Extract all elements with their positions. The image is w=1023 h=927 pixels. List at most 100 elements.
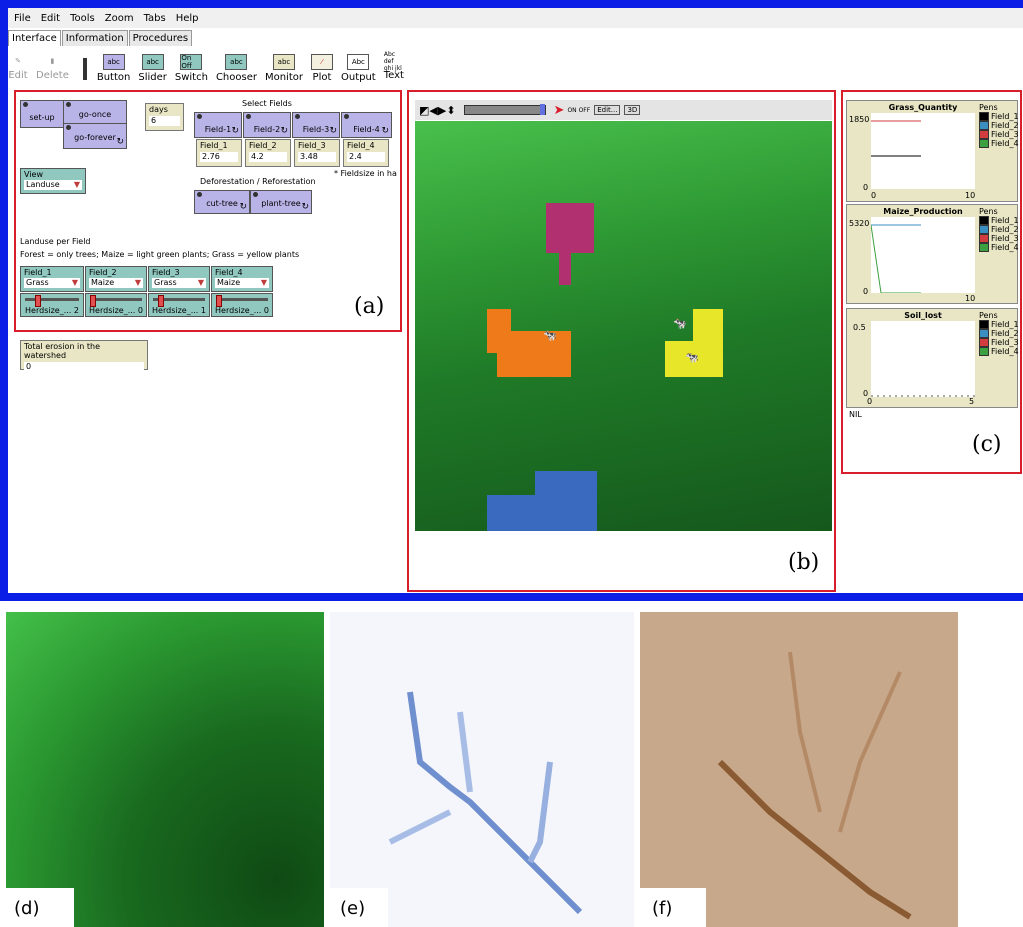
tool-chooser[interactable]: abc Chooser xyxy=(216,48,257,83)
total-erosion-monitor: Total erosion in the watershed 0 xyxy=(20,340,148,372)
tab-interface[interactable]: Interface xyxy=(8,30,61,46)
menu-zoom[interactable]: Zoom xyxy=(105,13,134,24)
herdsize-1-slider[interactable]: Herdsize_... 2 xyxy=(20,293,84,317)
view-chooser[interactable]: View Landuse ▼ xyxy=(20,168,86,194)
tool-output[interactable]: Abc Output xyxy=(341,48,376,83)
3d-button[interactable]: 3D xyxy=(624,105,641,115)
tab-information[interactable]: Information xyxy=(61,30,128,46)
field-3-landuse-chooser[interactable]: Field_3 Grass ▼ xyxy=(148,266,210,292)
switch-icon: On Off xyxy=(180,54,203,70)
repeat-icon: ↻ xyxy=(239,202,247,212)
field-3-grass-patch xyxy=(535,471,597,531)
field-2-monitor: Field_2 4.2 xyxy=(245,139,291,167)
dropdown-arrow-icon: ▼ xyxy=(134,278,141,287)
field-4-maize-patch xyxy=(559,253,571,285)
landuse-title: Landuse per Field xyxy=(20,237,91,246)
elevation-map-image xyxy=(6,612,324,927)
menu-file[interactable]: File xyxy=(14,13,31,24)
field-3-grass-patch xyxy=(487,495,537,531)
water-flow-map-image xyxy=(330,612,634,927)
field-4-landuse-chooser[interactable]: Field_4 Maize ▼ xyxy=(211,266,273,292)
pens-legend: Pens Field_1 Field_2 Field_3 Field_4 xyxy=(979,103,1019,148)
soil-lost-plot: Soil_lost 0.5 0 0 5 Pens Field_1 Field_2… xyxy=(846,308,1019,408)
panel-f-label: (f) xyxy=(652,898,673,919)
cut-tree-button[interactable]: cut-tree ↻ xyxy=(194,190,250,214)
repeat-icon: ↻ xyxy=(301,202,309,212)
field-1-monitor: Field_1 2.76 xyxy=(196,139,242,167)
go-once-button[interactable]: go-once xyxy=(63,100,127,124)
panel-a-marker: (a) xyxy=(354,294,385,319)
field-4-monitor: Field_4 2.4 xyxy=(343,139,389,167)
panel-d-label: (d) xyxy=(14,898,40,919)
field-2-button[interactable]: Field-2 ↻ xyxy=(243,112,291,138)
herdsize-3-slider[interactable]: Herdsize_... 1 xyxy=(148,293,210,317)
menu-edit[interactable]: Edit xyxy=(41,13,60,24)
view-updates-switch[interactable]: ON OFF xyxy=(567,107,590,114)
dropdown-arrow-icon: ▼ xyxy=(197,278,204,287)
tool-plot[interactable]: ⁄ Plot xyxy=(310,48,333,83)
text-icon: Abc def ghi jkl xyxy=(383,50,402,72)
tool-text[interactable]: Abc def ghi jkl Text xyxy=(383,48,404,82)
menu-tools[interactable]: Tools xyxy=(70,13,95,24)
plot-icon: ⁄ xyxy=(310,54,333,70)
herdsize-4-slider[interactable]: Herdsize_... 0 xyxy=(211,293,273,317)
toolbar: ✎ Edit ▮ Delete abc Button abc Slider On Off… xyxy=(8,48,1023,92)
erosion-channel xyxy=(838,671,902,833)
chooser-icon: abc xyxy=(225,54,248,70)
plot-line-field-4 xyxy=(871,224,921,293)
menu-help[interactable]: Help xyxy=(176,13,199,24)
setup-button[interactable]: set-up xyxy=(20,100,64,128)
soil-lost-canvas xyxy=(871,395,975,397)
tool-slider[interactable]: abc Slider xyxy=(138,48,167,83)
menu-bar: File Edit Tools Zoom Tabs Help xyxy=(8,8,1023,28)
field-2-maize-patch xyxy=(497,331,571,377)
speed-slider[interactable] xyxy=(463,104,546,115)
tab-procedures[interactable]: Procedures xyxy=(128,30,193,46)
toolbar-divider xyxy=(82,58,87,80)
flow-channel xyxy=(407,691,583,915)
edit-view-button[interactable]: Edit... xyxy=(594,105,621,115)
repeat-icon: ↻ xyxy=(381,126,389,136)
cow-icon: 🐄 xyxy=(685,351,699,364)
maize-production-plot: Maize_Production 5320 0 10 Pens Field_1 … xyxy=(846,204,1019,304)
tab-bar: Interface Information Procedures xyxy=(8,28,193,46)
monitor-icon: abc xyxy=(272,54,295,70)
flow-channel xyxy=(388,809,452,845)
grass-quantity-canvas xyxy=(871,120,921,157)
field-1-button[interactable]: Field-1 ↻ xyxy=(194,112,242,138)
tool-monitor[interactable]: abc Monitor xyxy=(265,48,303,83)
herdsize-2-slider[interactable]: Herdsize_... 0 xyxy=(85,293,147,317)
field-4-button[interactable]: Field-4 ↻ xyxy=(341,112,392,138)
tool-button[interactable]: abc Button xyxy=(97,48,130,83)
vertical-arrows-icon[interactable]: ⬍ xyxy=(446,104,455,117)
repeat-icon: ↻ xyxy=(231,126,239,136)
tool-switch[interactable]: On Off Switch xyxy=(175,48,208,83)
tool-delete[interactable]: ▮ Delete xyxy=(36,48,69,81)
pencil-icon: ✎ xyxy=(15,57,21,65)
resize-icon[interactable]: ◩ xyxy=(419,104,429,117)
go-forever-button[interactable]: go-forever ↻ xyxy=(63,123,127,149)
speed-slider-thumb[interactable] xyxy=(539,104,545,115)
field-3-button[interactable]: Field-3 ↻ xyxy=(292,112,340,138)
soil-erosion-map-image xyxy=(640,612,958,927)
panel-b-marker: (b) xyxy=(788,550,820,575)
flow-channel xyxy=(457,711,473,793)
landuse-legend: Forest = only trees; Maize = light green… xyxy=(20,250,300,259)
view-control-bar: ◩ ◀▶ ⬍ ➤ ON OFF Edit... 3D xyxy=(415,100,832,120)
field-1-landuse-chooser[interactable]: Field_1 Grass ▼ xyxy=(20,266,84,292)
panel-c-marker: (c) xyxy=(972,432,1002,457)
slider-icon: abc xyxy=(141,54,164,70)
world-view[interactable]: 🐄 🐄 🐄 xyxy=(415,121,832,531)
field-2-landuse-chooser[interactable]: Field_2 Maize ▼ xyxy=(85,266,147,292)
dropdown-arrow-icon: ▼ xyxy=(260,278,267,287)
plant-tree-button[interactable]: plant-tree ↻ xyxy=(250,190,312,214)
trash-icon: ▮ xyxy=(50,57,55,65)
cow-icon: 🐄 xyxy=(543,329,557,342)
dropdown-arrow-icon: ▼ xyxy=(71,278,78,287)
menu-tabs[interactable]: Tabs xyxy=(144,13,166,24)
horizontal-arrows-icon[interactable]: ◀▶ xyxy=(429,104,446,117)
flow-channel xyxy=(527,761,553,864)
repeat-icon: ↻ xyxy=(116,137,124,147)
field-3-monitor: Field_3 3.48 xyxy=(294,139,340,167)
tool-edit[interactable]: ✎ Edit xyxy=(8,48,28,81)
